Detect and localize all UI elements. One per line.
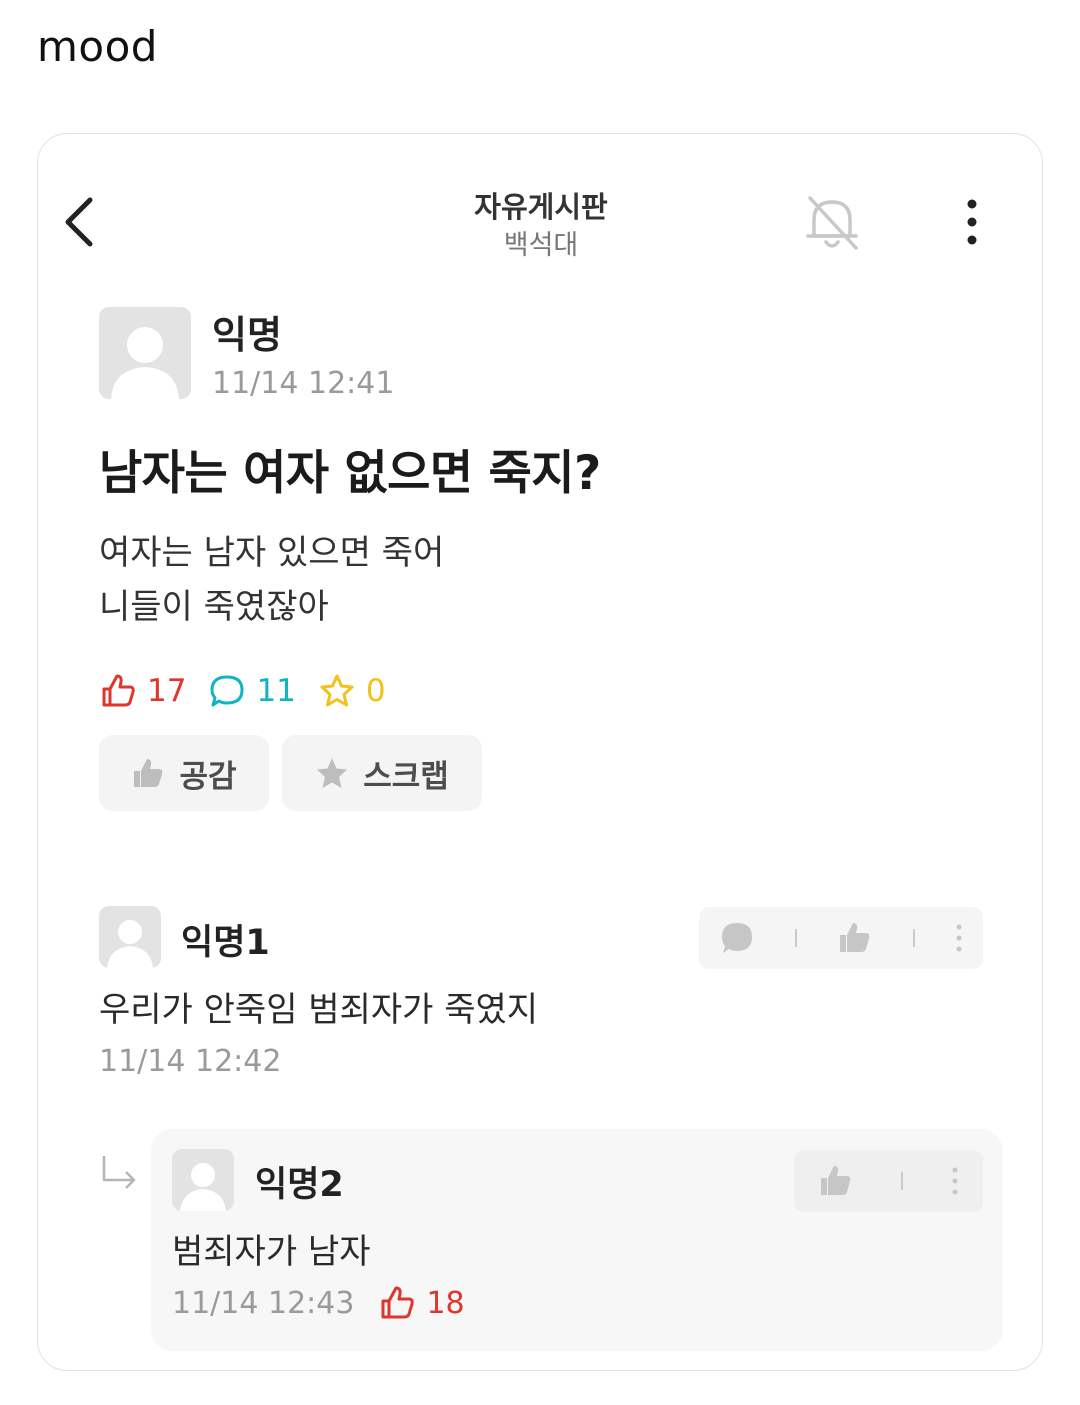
comment-author-avatar [99,906,161,968]
reply-like-count: 18 [378,1284,465,1322]
more-vertical-icon[interactable] [955,923,963,953]
scrap-count-value: 0 [365,673,386,709]
divider [795,929,797,947]
thumbs-up-icon [134,759,163,787]
thumbs-up-icon[interactable] [837,920,873,956]
post-screenshot-card: 자유게시판 백석대 익명 11/14 12:41 남자는 여자 없으면 죽지? … [37,133,1043,1371]
more-vertical-icon[interactable] [960,198,984,246]
caption: mood [37,22,158,71]
reply-time: 11/14 12:43 [172,1285,355,1321]
divider [901,1172,904,1190]
thumbs-up-icon[interactable] [818,1163,854,1199]
like-count: 17 [99,672,186,710]
scrap-button[interactable]: 스크랩 [282,735,482,811]
reply-comment-icon[interactable] [719,920,755,956]
reply-meta: 11/14 12:43 18 [172,1284,465,1322]
more-vertical-icon[interactable] [951,1166,959,1196]
reply-body: 범죄자가 남자 [172,1232,371,1272]
bell-off-icon[interactable] [802,192,862,254]
star-icon [317,758,348,788]
divider [913,929,915,947]
like-button[interactable]: 공감 [99,735,269,811]
comment-count: 11 [208,672,296,710]
reply-author-avatar [172,1149,234,1211]
star-icon [320,674,354,707]
post-stats: 17 11 0 [99,669,408,713]
comment-body: 우리가 안죽임 범죄자가 죽였지 [99,990,539,1030]
speech-bubble-icon [210,675,244,707]
post-body-line: 여자는 남자 있으면 죽어 [99,533,445,573]
post-time: 11/14 12:41 [212,366,395,401]
post-author: 익명 [212,313,282,357]
reply-arrow-icon [100,1152,140,1192]
reply-like-count-value: 18 [426,1285,465,1321]
thumbs-up-icon [102,674,135,707]
post-title: 남자는 여자 없으면 죽지? [99,446,601,501]
like-count-value: 17 [147,673,187,709]
thumbs-up-icon [381,1286,415,1319]
comment-time: 11/14 12:42 [99,1044,282,1079]
like-button-label: 공감 [179,758,237,795]
post-body-line: 니들이 죽였잖아 [99,587,329,627]
scrap-count: 0 [318,672,386,710]
reply-actions [794,1150,983,1212]
post-author-avatar [99,307,191,399]
comment-author: 익명1 [181,923,270,963]
scrap-button-label: 스크랩 [363,758,449,795]
comment-actions [699,907,983,969]
comment-count-value: 11 [256,673,296,709]
reply-author: 익명2 [255,1165,344,1205]
board-title: 자유게시판 [474,190,608,224]
post-body: 여자는 남자 있으면 죽어 니들이 죽였잖아 [99,526,444,634]
school-name: 백석대 [503,230,579,261]
